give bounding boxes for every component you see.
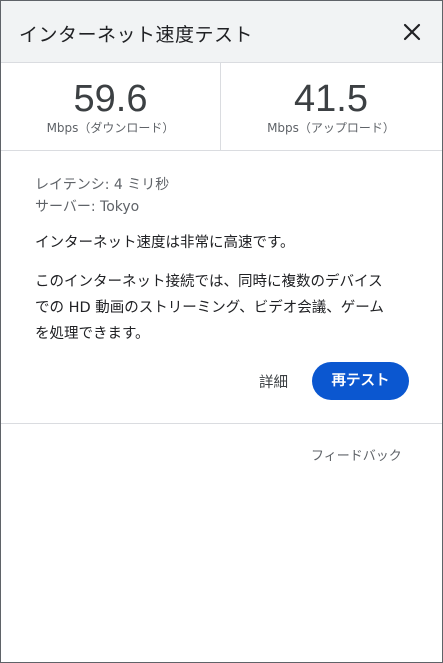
download-metric: 59.6 Mbps（ダウンロード）: [1, 63, 221, 151]
details-button[interactable]: 詳細: [259, 371, 288, 392]
speed-test-panel: インターネット速度テスト 59.6 Mbps（ダウンロード） 41.5 Mbps…: [0, 0, 443, 663]
panel-header: インターネット速度テスト: [1, 1, 442, 63]
speed-summary: インターネット速度は非常に高速です。: [35, 235, 295, 251]
retest-button[interactable]: 再テスト: [312, 362, 409, 400]
divider: [1, 423, 442, 424]
server-text: サーバー: Tokyo: [35, 199, 140, 215]
speed-detail-line: を処理できます。: [35, 326, 150, 342]
download-speed-value: 59.6: [73, 78, 148, 120]
panel-title: インターネット速度テスト: [19, 24, 254, 46]
upload-speed-value: 41.5: [294, 78, 368, 120]
connection-info: レイテンシ: 4 ミリ秒 サーバー: Tokyo: [35, 174, 415, 218]
close-icon[interactable]: [399, 19, 425, 45]
download-speed-unit: Mbps（ダウンロード）: [46, 121, 175, 135]
speed-detail-line: このインターネット接続では、同時に複数のデバイス: [35, 274, 383, 290]
feedback-link[interactable]: フィードバック: [311, 445, 402, 464]
speed-detail-line: での HD 動画のストリーミング、ビデオ会議、ゲーム: [35, 300, 384, 316]
upload-speed-unit: Mbps（アップロード）: [267, 121, 395, 135]
upload-metric: 41.5 Mbps（アップロード）: [221, 63, 441, 151]
latency-text: レイテンシ: 4 ミリ秒: [35, 177, 170, 193]
speed-detail: このインターネット接続では、同時に複数のデバイス での HD 動画のストリーミン…: [35, 269, 413, 347]
speed-metrics: 59.6 Mbps（ダウンロード） 41.5 Mbps（アップロード）: [1, 63, 442, 151]
